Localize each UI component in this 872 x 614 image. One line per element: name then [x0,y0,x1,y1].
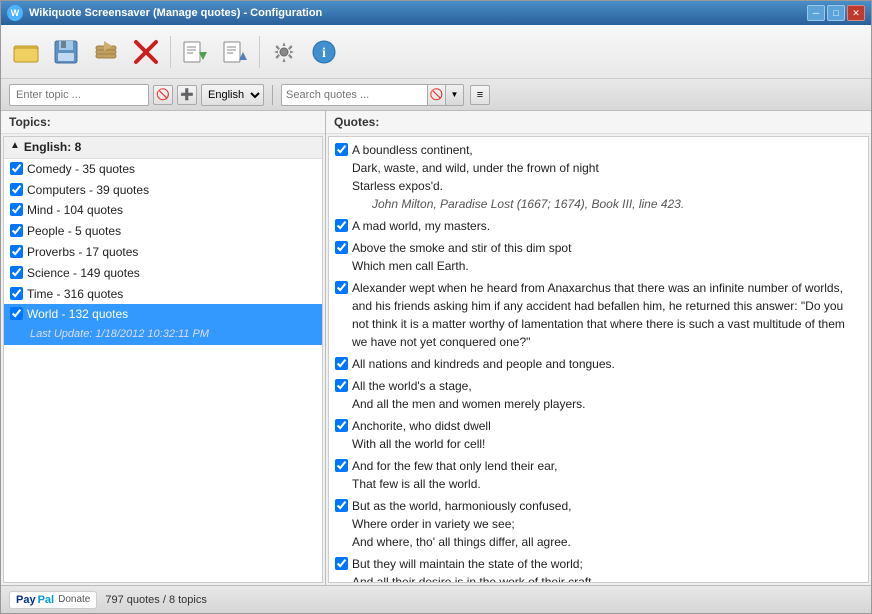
search-quotes-container: 🚫 ▼ [281,84,464,106]
search-scroll-btn[interactable]: ≡ [470,85,490,105]
right-panel: Quotes: A boundless continent,Dark, wast… [326,111,871,585]
minimize-button[interactable]: ─ [807,5,825,21]
topic-item-comedy[interactable]: Comedy - 35 quotes [4,159,322,180]
quote-checkbox-q2[interactable] [335,219,348,232]
topic-item-science[interactable]: Science - 149 quotes [4,263,322,284]
topic-item-world-sub[interactable]: Last Update: 1/18/2012 10:32:11 PM [4,325,322,344]
open-button[interactable] [7,33,45,71]
separator-2 [259,36,260,68]
quotes-container: A boundless continent,Dark, waste, and w… [331,139,866,583]
quote-checkbox-q5[interactable] [335,357,348,370]
topic-checkbox-comedy[interactable] [10,162,23,175]
topic-checkbox-people[interactable] [10,224,23,237]
quote-item-q1: A boundless continent,Dark, waste, and w… [331,139,866,215]
quote-checkbox-q4[interactable] [335,281,348,294]
left-panel: Topics: ▲ English: 8 Comedy - 35 quotesC… [1,111,326,585]
quote-item-q3: Above the smoke and stir of this dim spo… [331,237,866,277]
titlebar-left: W Wikiquote Screensaver (Manage quotes) … [7,5,322,21]
topics-section-header[interactable]: ▲ English: 8 [4,137,322,159]
search-dropdown-arrow[interactable]: ▼ [445,85,463,105]
main-window: W Wikiquote Screensaver (Manage quotes) … [0,0,872,614]
statusbar: PayPal Donate 797 quotes / 8 topics [1,585,871,613]
topics-list[interactable]: ▲ English: 8 Comedy - 35 quotesComputers… [3,136,323,583]
paypal-button[interactable]: PayPal Donate [9,591,97,609]
quote-item-q6: All the world's a stage,And all the men … [331,375,866,415]
close-button[interactable]: ✕ [847,5,865,21]
info-button[interactable]: i [305,33,343,71]
topic-item-people[interactable]: People - 5 quotes [4,221,322,242]
topic-input[interactable] [9,84,149,106]
topics-section-label: English: 8 [24,139,81,156]
export-button[interactable] [176,33,214,71]
topic-item-mind[interactable]: Mind - 104 quotes [4,200,322,221]
quote-checkbox-q1[interactable] [335,143,348,156]
quote-checkbox-q8[interactable] [335,459,348,472]
tools-button[interactable] [87,33,125,71]
quote-item-q4: Alexander wept when he heard from Anaxar… [331,277,866,353]
topic-item-time[interactable]: Time - 316 quotes [4,284,322,305]
quote-checkbox-q6[interactable] [335,379,348,392]
topic-checkbox-proverbs[interactable] [10,245,23,258]
import-button[interactable] [216,33,254,71]
quote-checkbox-q10[interactable] [335,557,348,570]
donate-label: Donate [58,594,90,605]
topic-item-world[interactable]: World - 132 quotes [4,304,322,325]
search-clear-btn[interactable]: 🚫 [427,85,445,105]
language-select[interactable]: English [201,84,264,106]
topic-clear-btn[interactable]: 🚫 [153,85,173,105]
paypal-p2: Pal [38,594,55,606]
save-button[interactable] [47,33,85,71]
topics-header: Topics: [1,111,325,134]
quote-checkbox-q9[interactable] [335,499,348,512]
topics-container: Comedy - 35 quotesComputers - 39 quotesM… [4,159,322,345]
delete-button[interactable] [127,33,165,71]
quote-item-q10: But they will maintain the state of the … [331,553,866,583]
topic-checkbox-science[interactable] [10,266,23,279]
app-icon: W [7,5,23,21]
quote-checkbox-q3[interactable] [335,241,348,254]
topic-checkbox-time[interactable] [10,287,23,300]
paypal-p1: Pay [16,594,36,606]
status-text: 797 quotes / 8 topics [105,594,207,606]
toolbar: i [1,25,871,79]
svg-text:i: i [322,46,326,61]
maximize-button[interactable]: □ [827,5,845,21]
topic-item-proverbs[interactable]: Proverbs - 17 quotes [4,242,322,263]
search-bar: 🚫 ➕ English 🚫 ▼ ≡ [1,79,871,111]
quotes-header: Quotes: [326,111,871,134]
main-content: Topics: ▲ English: 8 Comedy - 35 quotesC… [1,111,871,585]
quote-item-q8: And for the few that only lend their ear… [331,455,866,495]
topic-checkbox-world[interactable] [10,307,23,320]
topic-checkbox-mind[interactable] [10,203,23,216]
topic-add-btn[interactable]: ➕ [177,85,197,105]
separator-1 [170,36,171,68]
quote-item-q7: Anchorite, who didst dwellWith all the w… [331,415,866,455]
quote-item-q9: But as the world, harmoniously confused,… [331,495,866,553]
quote-checkbox-q7[interactable] [335,419,348,432]
titlebar-controls: ─ □ ✕ [807,5,865,21]
window-title: Wikiquote Screensaver (Manage quotes) - … [29,7,322,19]
search-quotes-input[interactable] [282,85,427,105]
quotes-list[interactable]: A boundless continent,Dark, waste, and w… [328,136,869,583]
quote-item-q2: A mad world, my masters. [331,215,866,237]
settings-button[interactable] [265,33,303,71]
topic-checkbox-computers[interactable] [10,183,23,196]
topic-item-computers[interactable]: Computers - 39 quotes [4,180,322,201]
quote-item-q5: All nations and kindreds and people and … [331,353,866,375]
search-separator [272,85,273,105]
titlebar: W Wikiquote Screensaver (Manage quotes) … [1,1,871,25]
